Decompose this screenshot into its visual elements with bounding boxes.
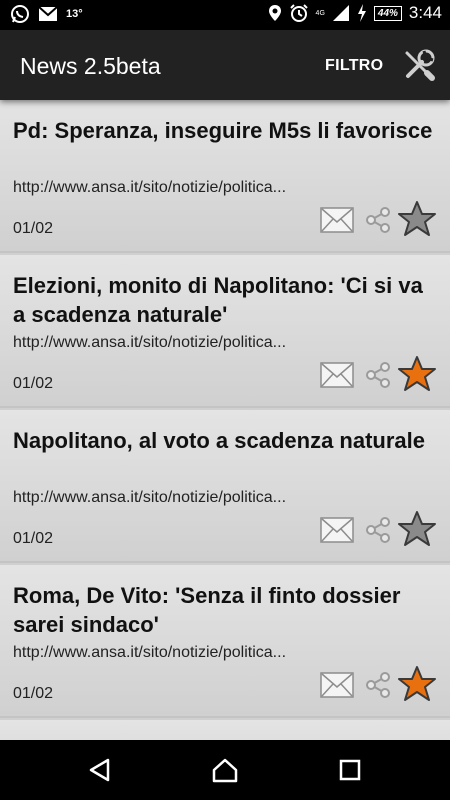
gmail-icon bbox=[38, 6, 58, 21]
battery-indicator: 44% bbox=[373, 5, 402, 21]
news-item-partial[interactable] bbox=[0, 720, 450, 740]
news-item[interactable]: Pd: Speranza, inseguire M5s li favorisce… bbox=[0, 100, 450, 253]
star-icon[interactable] bbox=[398, 665, 436, 703]
whatsapp-icon bbox=[11, 5, 29, 23]
news-item[interactable]: Roma, De Vito: 'Senza il finto dossier s… bbox=[0, 565, 450, 718]
star-icon[interactable] bbox=[398, 355, 436, 393]
news-date: 01/02 bbox=[13, 685, 54, 702]
back-icon[interactable] bbox=[86, 756, 114, 784]
charging-icon bbox=[357, 4, 366, 22]
mail-icon[interactable] bbox=[320, 362, 354, 388]
star-icon[interactable] bbox=[398, 510, 436, 548]
clock-text: 3:44 bbox=[408, 3, 442, 22]
status-bar: 13° 4G 44% 3:44 bbox=[0, 0, 450, 30]
share-icon[interactable] bbox=[364, 361, 392, 389]
wrench-screwdriver-icon[interactable] bbox=[402, 48, 436, 82]
navigation-bar bbox=[0, 740, 450, 800]
mail-icon[interactable] bbox=[320, 207, 354, 233]
mail-icon[interactable] bbox=[320, 672, 354, 698]
news-url: http://www.ansa.it/sito/notizie/politica… bbox=[13, 179, 287, 196]
news-item[interactable]: Napolitano, al voto a scadenza naturale … bbox=[0, 410, 450, 563]
news-url: http://www.ansa.it/sito/notizie/politica… bbox=[13, 644, 287, 661]
mail-icon[interactable] bbox=[320, 517, 354, 543]
share-icon[interactable] bbox=[364, 206, 392, 234]
share-icon[interactable] bbox=[364, 516, 392, 544]
news-url: http://www.ansa.it/sito/notizie/politica… bbox=[13, 489, 287, 506]
news-title: Roma, De Vito: 'Senza il finto dossier s… bbox=[13, 583, 401, 637]
home-icon[interactable] bbox=[211, 756, 239, 784]
news-date: 01/02 bbox=[13, 530, 54, 547]
news-item[interactable]: Elezioni, monito di Napolitano: 'Ci si v… bbox=[0, 255, 450, 408]
app-title: News 2.5beta bbox=[20, 53, 161, 79]
location-icon bbox=[268, 5, 281, 21]
news-title: Napolitano, al voto a scadenza naturale bbox=[13, 428, 425, 453]
status-bar-left: 13° bbox=[10, 4, 83, 24]
status-bar-right: 4G 44% 3:44 bbox=[268, 3, 442, 23]
recents-icon[interactable] bbox=[336, 756, 364, 784]
alarm-icon bbox=[289, 4, 308, 22]
news-date: 01/02 bbox=[13, 220, 54, 237]
app-bar: News 2.5beta FILTRO bbox=[0, 30, 450, 100]
share-icon[interactable] bbox=[364, 671, 392, 699]
temperature-text: 13° bbox=[66, 8, 83, 20]
filter-button[interactable]: FILTRO bbox=[325, 57, 383, 75]
news-date: 01/02 bbox=[13, 375, 54, 392]
star-icon[interactable] bbox=[398, 200, 436, 238]
news-title: Elezioni, monito di Napolitano: 'Ci si v… bbox=[13, 273, 423, 327]
network-type-text: 4G bbox=[315, 9, 325, 17]
news-title: Pd: Speranza, inseguire M5s li favorisce bbox=[13, 118, 433, 143]
news-list[interactable]: Pd: Speranza, inseguire M5s li favorisce… bbox=[0, 100, 450, 740]
news-url: http://www.ansa.it/sito/notizie/politica… bbox=[13, 334, 287, 351]
signal-icon bbox=[332, 5, 349, 21]
